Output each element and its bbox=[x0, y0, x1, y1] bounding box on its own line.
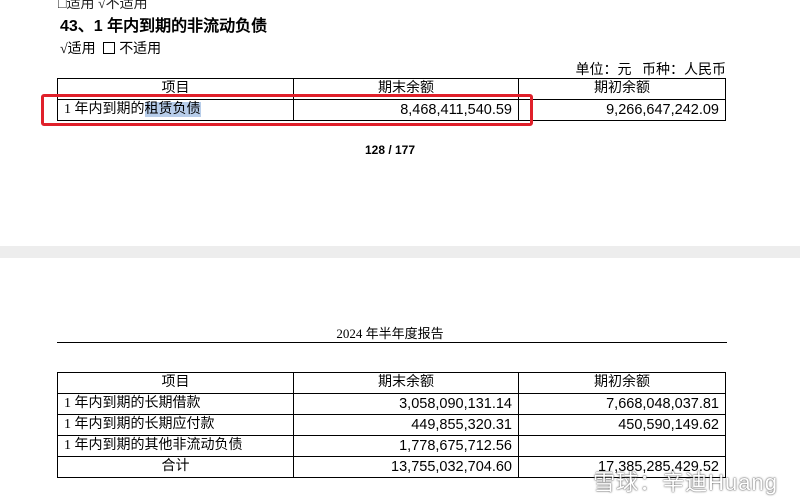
header-begin-balance: 期初余额 bbox=[518, 78, 726, 100]
page-top: □适用 √不适用 43、1 年内到期的非流动负债 √适用 不适用 单位：元 币种… bbox=[0, 0, 800, 246]
unit-label: 单位：元 bbox=[575, 63, 632, 78]
applicable-option: √适用 bbox=[60, 42, 96, 57]
row-begin-balance: 7,668,048,037.81 bbox=[518, 393, 726, 415]
header-begin-balance: 期初余额 bbox=[518, 372, 726, 394]
row-begin-balance: 9,266,647,242.09 bbox=[518, 99, 726, 121]
watermark: 雪球：辛迪Huang bbox=[593, 470, 778, 495]
page-bottom: 2024 年半年度报告 项目 期末余额 期初余额 1 年内到期的长期借款 3,0… bbox=[0, 258, 800, 503]
page-number: 128 / 177 bbox=[364, 143, 416, 157]
checkbox-icon bbox=[103, 42, 116, 54]
row-begin-balance: 450,590,149.62 bbox=[518, 414, 726, 436]
table-header-row: 项目 期末余额 期初余额 bbox=[57, 372, 726, 394]
non-current-liabilities-table: 项目 期末余额 期初余额 1 年内到期的长期借款 3,058,090,131.1… bbox=[57, 372, 726, 478]
header-item: 项目 bbox=[57, 372, 294, 394]
header-rule bbox=[57, 342, 727, 343]
not-applicable-option: 不适用 bbox=[119, 42, 162, 57]
row-begin-balance bbox=[518, 435, 726, 457]
table-row: 1 年内到期的长期借款 3,058,090,131.14 7,668,048,0… bbox=[57, 393, 726, 415]
row-end-balance: 13,755,032,704.60 bbox=[293, 456, 519, 478]
table-row: 1 年内到期的其他非流动负债 1,778,675,712.56 bbox=[57, 435, 726, 457]
report-header: 2024 年半年度报告 bbox=[336, 326, 444, 341]
header-end-balance: 期末余额 bbox=[293, 372, 519, 394]
row-end-balance: 1,778,675,712.56 bbox=[293, 435, 519, 457]
red-annotation-box bbox=[41, 94, 533, 126]
table-row: 1 年内到期的长期应付款 449,855,320.31 450,590,149.… bbox=[57, 414, 726, 436]
page-gap bbox=[0, 246, 800, 258]
row-item: 1 年内到期的长期借款 bbox=[57, 393, 294, 415]
section-title: 43、1 年内到期的非流动负债 bbox=[60, 18, 268, 35]
applicability-options: √适用 不适用 bbox=[60, 38, 165, 58]
row-end-balance: 449,855,320.31 bbox=[293, 414, 519, 436]
row-item: 合计 bbox=[57, 456, 294, 478]
row-item: 1 年内到期的其他非流动负债 bbox=[57, 435, 294, 457]
row-end-balance: 3,058,090,131.14 bbox=[293, 393, 519, 415]
currency-label: 币种：人民币 bbox=[642, 63, 726, 78]
unit-currency-line: 单位：元 币种：人民币 bbox=[576, 59, 727, 79]
row-item: 1 年内到期的长期应付款 bbox=[57, 414, 294, 436]
